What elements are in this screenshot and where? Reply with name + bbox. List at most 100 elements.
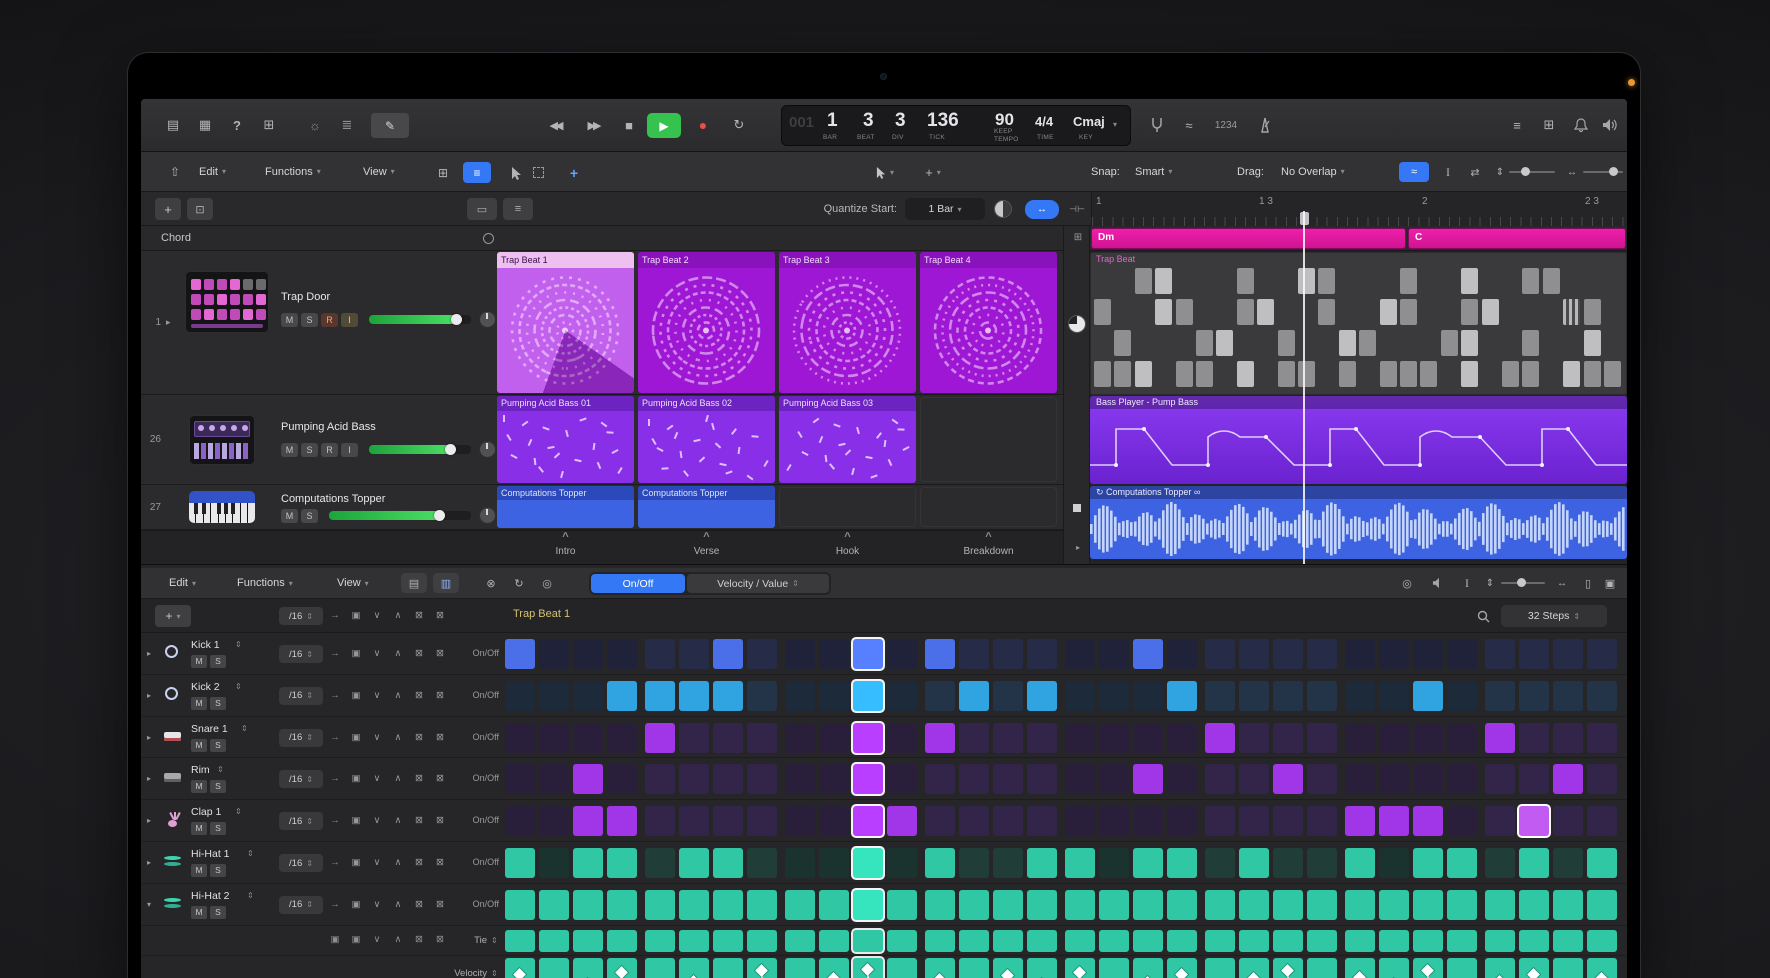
row-reorder-icon[interactable]: ⇕: [235, 640, 242, 649]
inspector-icon[interactable]: ▦: [193, 113, 217, 137]
rotate-right-icon[interactable]: →: [327, 648, 343, 659]
command-click-tool-select[interactable]: +▾: [913, 161, 953, 183]
step-cell[interactable]: [747, 764, 777, 794]
row-solo-button[interactable]: S: [210, 822, 226, 835]
step-cell[interactable]: [1485, 806, 1515, 836]
step-cell[interactable]: [1099, 764, 1129, 794]
step-cell[interactable]: [1413, 806, 1443, 836]
quantize-start-select[interactable]: 1 Bar▾: [905, 198, 985, 220]
step-cell[interactable]: [607, 806, 637, 836]
play-button[interactable]: ▶: [647, 113, 681, 138]
group-button[interactable]: ▭: [467, 198, 497, 220]
decrement-icon[interactable]: ∨: [369, 732, 385, 743]
clear-steps-icon[interactable]: ⊠: [411, 857, 427, 868]
decrement-icon[interactable]: ∨: [369, 934, 385, 945]
tie-cell[interactable]: [747, 930, 777, 952]
step-cell[interactable]: [1133, 681, 1163, 711]
step-cell[interactable]: [679, 639, 709, 669]
step-cell[interactable]: [607, 723, 637, 753]
step-cell[interactable]: [993, 848, 1023, 878]
loop-cell[interactable]: Pumping Acid Bass 01: [497, 396, 634, 483]
step-cell[interactable]: [1239, 723, 1269, 753]
lcd-beat[interactable]: 3: [863, 110, 874, 132]
tie-cell[interactable]: [853, 930, 883, 952]
pattern-browser-button[interactable]: ▤: [401, 573, 427, 593]
step-cell[interactable]: [819, 639, 849, 669]
velocity-node[interactable]: [755, 965, 768, 978]
step-cell[interactable]: [1133, 723, 1163, 753]
step-cell[interactable]: [645, 764, 675, 794]
row-solo-button[interactable]: S: [210, 739, 226, 752]
disclosure-icon[interactable]: ▸: [147, 816, 151, 825]
step-cell[interactable]: [1273, 639, 1303, 669]
step-cell[interactable]: [1065, 764, 1095, 794]
step-cell[interactable]: [1345, 848, 1375, 878]
tie-cell[interactable]: [539, 930, 569, 952]
lcd-display[interactable]: 001 1 3 3 136 BAR BEAT DIV TICK 90 KEEP …: [781, 105, 1131, 146]
step-cell[interactable]: [819, 848, 849, 878]
fill-steps-icon[interactable]: ▣: [348, 690, 364, 701]
velocity-cell[interactable]: [993, 958, 1023, 978]
step-cell[interactable]: [819, 764, 849, 794]
step-cell[interactable]: [1205, 764, 1235, 794]
volume-slider[interactable]: [369, 315, 471, 324]
step-cell[interactable]: [959, 764, 989, 794]
step-cell[interactable]: [1447, 639, 1477, 669]
step-cell[interactable]: [925, 848, 955, 878]
step-cell[interactable]: [1485, 639, 1515, 669]
loop-cell[interactable]: Computations Topper: [638, 486, 775, 528]
stop-cell-icon[interactable]: [1073, 504, 1081, 512]
step-cell[interactable]: [1239, 764, 1269, 794]
step-cell[interactable]: [505, 890, 535, 920]
step-cell[interactable]: [1099, 639, 1129, 669]
loop-cell[interactable]: Trap Beat 1: [497, 252, 634, 393]
empty-loop-slot[interactable]: [920, 487, 1057, 527]
step-cell[interactable]: [1167, 764, 1197, 794]
record-button[interactable]: ●: [689, 112, 717, 138]
tie-cell[interactable]: [1099, 930, 1129, 952]
velocity-node[interactable]: [1595, 972, 1608, 978]
clear-steps-icon[interactable]: ⊠: [411, 934, 427, 945]
rotate-right-icon[interactable]: →: [327, 690, 343, 701]
fill-steps-icon[interactable]: ▣: [327, 934, 343, 945]
track-i-button[interactable]: I: [341, 443, 358, 457]
step-cell[interactable]: [1027, 639, 1057, 669]
step-cell[interactable]: [713, 723, 743, 753]
step-cell[interactable]: [1485, 764, 1515, 794]
volume-thumb[interactable]: [445, 444, 456, 455]
text-tool-icon[interactable]: I: [1439, 162, 1457, 182]
step-cell[interactable]: [1307, 639, 1337, 669]
row-solo-button[interactable]: S: [210, 780, 226, 793]
step-cell[interactable]: [539, 806, 569, 836]
step-cell[interactable]: [1587, 848, 1617, 878]
step-cell[interactable]: [1519, 723, 1549, 753]
step-cell[interactable]: [1379, 681, 1409, 711]
row-reorder-icon[interactable]: ⇕: [235, 807, 242, 816]
step-cell[interactable]: [1205, 890, 1235, 920]
browsers-icon[interactable]: ⊞: [1537, 113, 1561, 137]
tie-reorder-icon[interactable]: ⇕: [491, 936, 498, 945]
decrement-icon[interactable]: ∨: [369, 648, 385, 659]
step-cell[interactable]: [959, 806, 989, 836]
delete-row-icon[interactable]: ⊠: [432, 690, 448, 701]
rotate-right-icon[interactable]: →: [327, 610, 343, 621]
snap-select[interactable]: Smart▾: [1135, 152, 1172, 191]
step-cell[interactable]: [1519, 848, 1549, 878]
vertical-zoom-slider[interactable]: [1509, 152, 1555, 192]
delete-row-icon[interactable]: ⊠: [432, 610, 448, 621]
step-cell[interactable]: [505, 723, 535, 753]
step-cell[interactable]: [1205, 681, 1235, 711]
step-cell[interactable]: [925, 890, 955, 920]
track-s-button[interactable]: S: [301, 313, 318, 327]
clear-steps-icon[interactable]: ⊠: [411, 899, 427, 910]
step-cell[interactable]: [1307, 681, 1337, 711]
step-cell[interactable]: [853, 723, 883, 753]
step-cell[interactable]: [993, 723, 1023, 753]
velocity-cell[interactable]: [679, 958, 709, 978]
velocity-cell[interactable]: [1273, 958, 1303, 978]
fill-steps-icon[interactable]: ▣: [348, 815, 364, 826]
row-mute-button[interactable]: M: [191, 822, 207, 835]
step-cell[interactable]: [1307, 806, 1337, 836]
step-cell[interactable]: [1379, 890, 1409, 920]
lcd-bar[interactable]: 1: [827, 110, 838, 132]
